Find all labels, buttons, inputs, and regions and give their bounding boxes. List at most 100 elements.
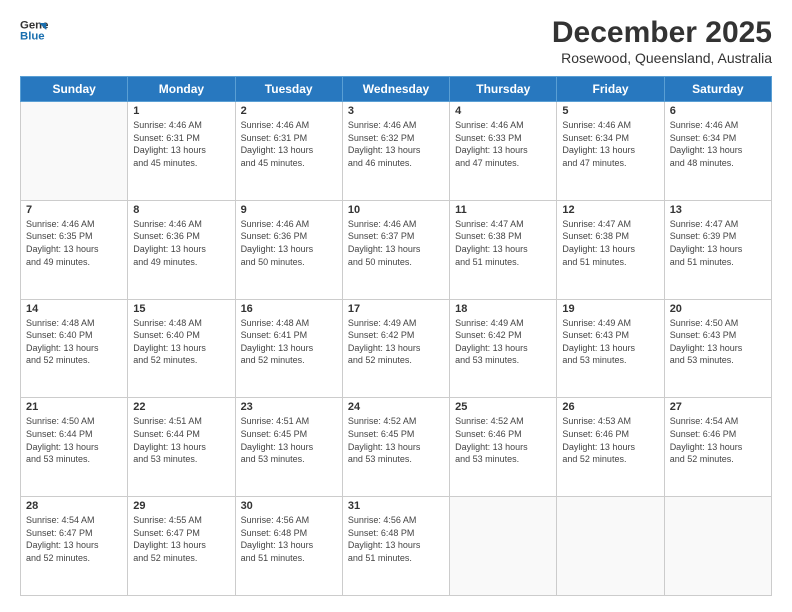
header: General Blue December 2025 Rosewood, Que…	[20, 16, 772, 66]
calendar-cell: 25 Sunrise: 4:52 AM Sunset: 6:46 PM Dayli…	[450, 398, 557, 497]
week-row-5: 28Sunrise: 4:54 AM Sunset: 6:47 PM Dayli…	[21, 497, 772, 596]
calendar-cell: 28Sunrise: 4:54 AM Sunset: 6:47 PM Dayli…	[21, 497, 128, 596]
calendar-cell: 6 Sunrise: 4:46 AM Sunset: 6:34 PM Daylig…	[664, 102, 771, 201]
day-number: 26	[562, 401, 658, 413]
weekday-header-sunday: Sunday	[21, 77, 128, 102]
calendar-cell	[450, 497, 557, 596]
cell-content: Sunrise: 4:50 AM Sunset: 6:43 PM Dayligh…	[670, 317, 766, 367]
calendar-cell	[21, 102, 128, 201]
calendar-cell	[664, 497, 771, 596]
calendar-cell: 8 Sunrise: 4:46 AM Sunset: 6:36 PM Daylig…	[128, 200, 235, 299]
calendar-cell: 26 Sunrise: 4:53 AM Sunset: 6:46 PM Dayli…	[557, 398, 664, 497]
cell-content: Sunrise: 4:47 AM Sunset: 6:39 PM Dayligh…	[670, 218, 766, 268]
day-number: 19	[562, 303, 658, 315]
calendar-cell: 11Sunrise: 4:47 AM Sunset: 6:38 PM Dayli…	[450, 200, 557, 299]
day-number: 24	[348, 401, 444, 413]
cell-content: Sunrise: 4:46 AM Sunset: 6:32 PM Dayligh…	[348, 119, 444, 169]
cell-content: Sunrise: 4:46 AM Sunset: 6:31 PM Dayligh…	[241, 119, 337, 169]
calendar-cell: 18 Sunrise: 4:49 AM Sunset: 6:42 PM Dayli…	[450, 299, 557, 398]
cell-content: Sunrise: 4:48 AM Sunset: 6:40 PM Dayligh…	[26, 317, 122, 367]
calendar-cell: 31 Sunrise: 4:56 AM Sunset: 6:48 PM Dayli…	[342, 497, 449, 596]
cell-content: Sunrise: 4:49 AM Sunset: 6:42 PM Dayligh…	[348, 317, 444, 367]
day-number: 3	[348, 105, 444, 117]
day-number: 5	[562, 105, 658, 117]
day-number: 25	[455, 401, 551, 413]
calendar-cell: 13 Sunrise: 4:47 AM Sunset: 6:39 PM Dayli…	[664, 200, 771, 299]
weekday-header-thursday: Thursday	[450, 77, 557, 102]
weekday-header-row: SundayMondayTuesdayWednesdayThursdayFrid…	[21, 77, 772, 102]
page: General Blue December 2025 Rosewood, Que…	[0, 0, 792, 612]
day-number: 10	[348, 204, 444, 216]
day-number: 2	[241, 105, 337, 117]
day-number: 29	[133, 500, 229, 512]
day-number: 18	[455, 303, 551, 315]
day-number: 11	[455, 204, 551, 216]
day-number: 15	[133, 303, 229, 315]
cell-content: Sunrise: 4:50 AM Sunset: 6:44 PM Dayligh…	[26, 415, 122, 465]
logo-icon: General Blue	[20, 16, 48, 44]
day-number: 20	[670, 303, 766, 315]
day-number: 28	[26, 500, 122, 512]
calendar-table: SundayMondayTuesdayWednesdayThursdayFrid…	[20, 76, 772, 596]
cell-content: Sunrise: 4:46 AM Sunset: 6:34 PM Dayligh…	[562, 119, 658, 169]
calendar-cell: 16 Sunrise: 4:48 AM Sunset: 6:41 PM Dayli…	[235, 299, 342, 398]
calendar-cell: 5 Sunrise: 4:46 AM Sunset: 6:34 PM Daylig…	[557, 102, 664, 201]
cell-content: Sunrise: 4:46 AM Sunset: 6:36 PM Dayligh…	[133, 218, 229, 268]
cell-content: Sunrise: 4:56 AM Sunset: 6:48 PM Dayligh…	[348, 514, 444, 564]
calendar-cell: 14 Sunrise: 4:48 AM Sunset: 6:40 PM Dayli…	[21, 299, 128, 398]
main-title: December 2025	[552, 16, 772, 50]
cell-content: Sunrise: 4:52 AM Sunset: 6:46 PM Dayligh…	[455, 415, 551, 465]
calendar-cell: 19 Sunrise: 4:49 AM Sunset: 6:43 PM Dayli…	[557, 299, 664, 398]
cell-content: Sunrise: 4:47 AM Sunset: 6:38 PM Dayligh…	[562, 218, 658, 268]
day-number: 21	[26, 401, 122, 413]
cell-content: Sunrise: 4:53 AM Sunset: 6:46 PM Dayligh…	[562, 415, 658, 465]
day-number: 6	[670, 105, 766, 117]
day-number: 13	[670, 204, 766, 216]
weekday-header-wednesday: Wednesday	[342, 77, 449, 102]
calendar-cell: 2 Sunrise: 4:46 AM Sunset: 6:31 PM Daylig…	[235, 102, 342, 201]
cell-content: Sunrise: 4:51 AM Sunset: 6:44 PM Dayligh…	[133, 415, 229, 465]
calendar-cell: 30 Sunrise: 4:56 AM Sunset: 6:48 PM Dayli…	[235, 497, 342, 596]
cell-content: Sunrise: 4:46 AM Sunset: 6:36 PM Dayligh…	[241, 218, 337, 268]
day-number: 17	[348, 303, 444, 315]
calendar-cell: 7Sunrise: 4:46 AM Sunset: 6:35 PM Daylig…	[21, 200, 128, 299]
week-row-1: 1 Sunrise: 4:46 AM Sunset: 6:31 PM Daylig…	[21, 102, 772, 201]
calendar-cell: 9 Sunrise: 4:46 AM Sunset: 6:36 PM Daylig…	[235, 200, 342, 299]
subtitle: Rosewood, Queensland, Australia	[552, 50, 772, 66]
cell-content: Sunrise: 4:46 AM Sunset: 6:37 PM Dayligh…	[348, 218, 444, 268]
week-row-3: 14 Sunrise: 4:48 AM Sunset: 6:40 PM Dayli…	[21, 299, 772, 398]
cell-content: Sunrise: 4:46 AM Sunset: 6:34 PM Dayligh…	[670, 119, 766, 169]
day-number: 9	[241, 204, 337, 216]
cell-content: Sunrise: 4:56 AM Sunset: 6:48 PM Dayligh…	[241, 514, 337, 564]
cell-content: Sunrise: 4:48 AM Sunset: 6:41 PM Dayligh…	[241, 317, 337, 367]
week-row-4: 21 Sunrise: 4:50 AM Sunset: 6:44 PM Dayli…	[21, 398, 772, 497]
day-number: 14	[26, 303, 122, 315]
day-number: 16	[241, 303, 337, 315]
cell-content: Sunrise: 4:46 AM Sunset: 6:31 PM Dayligh…	[133, 119, 229, 169]
calendar-cell	[557, 497, 664, 596]
day-number: 27	[670, 401, 766, 413]
day-number: 23	[241, 401, 337, 413]
calendar-cell: 24Sunrise: 4:52 AM Sunset: 6:45 PM Dayli…	[342, 398, 449, 497]
calendar-cell: 1 Sunrise: 4:46 AM Sunset: 6:31 PM Daylig…	[128, 102, 235, 201]
day-number: 7	[26, 204, 122, 216]
day-number: 31	[348, 500, 444, 512]
calendar-cell: 20 Sunrise: 4:50 AM Sunset: 6:43 PM Dayli…	[664, 299, 771, 398]
day-number: 22	[133, 401, 229, 413]
calendar-cell: 27Sunrise: 4:54 AM Sunset: 6:46 PM Dayli…	[664, 398, 771, 497]
day-number: 30	[241, 500, 337, 512]
weekday-header-friday: Friday	[557, 77, 664, 102]
cell-content: Sunrise: 4:49 AM Sunset: 6:42 PM Dayligh…	[455, 317, 551, 367]
title-area: December 2025 Rosewood, Queensland, Aust…	[552, 16, 772, 66]
cell-content: Sunrise: 4:51 AM Sunset: 6:45 PM Dayligh…	[241, 415, 337, 465]
day-number: 4	[455, 105, 551, 117]
week-row-2: 7Sunrise: 4:46 AM Sunset: 6:35 PM Daylig…	[21, 200, 772, 299]
calendar-cell: 12 Sunrise: 4:47 AM Sunset: 6:38 PM Dayli…	[557, 200, 664, 299]
weekday-header-monday: Monday	[128, 77, 235, 102]
day-number: 12	[562, 204, 658, 216]
cell-content: Sunrise: 4:49 AM Sunset: 6:43 PM Dayligh…	[562, 317, 658, 367]
logo: General Blue	[20, 16, 48, 44]
day-number: 8	[133, 204, 229, 216]
day-number: 1	[133, 105, 229, 117]
weekday-header-tuesday: Tuesday	[235, 77, 342, 102]
